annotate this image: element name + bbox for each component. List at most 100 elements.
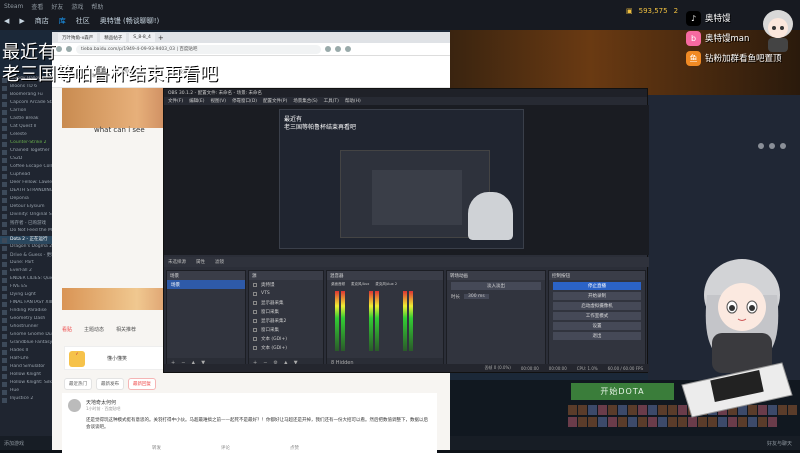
hero-thumbnail[interactable]: [658, 405, 667, 415]
library-game-item[interactable]: EverFall 2: [0, 268, 52, 276]
library-game-item[interactable]: 残存者 - 已购游戏: [0, 220, 52, 228]
source-item[interactable]: 显示器采集: [249, 298, 323, 307]
menu-docks[interactable]: 停靠窗口(D): [232, 98, 257, 104]
start-recording-button[interactable]: 开始录制: [553, 292, 641, 300]
hero-thumbnail[interactable]: [638, 405, 647, 415]
steam-menu-item[interactable]: 查看: [31, 2, 43, 11]
hero-thumbnail[interactable]: [588, 416, 597, 427]
library-game-item[interactable]: Deer Fellow: Lawless: [0, 180, 52, 188]
hero-thumbnail[interactable]: [608, 416, 617, 427]
hero-thumbnail[interactable]: [598, 405, 607, 415]
library-game-item[interactable]: Chained Together: [0, 148, 52, 156]
sort-new[interactable]: 最新发布: [96, 378, 124, 390]
library-game-item[interactable]: Capcom Arcade Stadium: [0, 100, 52, 108]
menu-file[interactable]: 文件(F): [168, 98, 183, 104]
friends-chat-button[interactable]: 好友与聊天: [767, 440, 792, 447]
tab-activity[interactable]: 主题动态: [84, 326, 104, 333]
scene-item[interactable]: 场景: [167, 280, 245, 289]
hero-thumbnail[interactable]: [568, 405, 577, 415]
filters-button[interactable]: 滤镜: [215, 259, 224, 265]
nav-library[interactable]: 库: [59, 16, 66, 26]
exit-button[interactable]: 退出: [553, 332, 641, 340]
hero-thumbnail[interactable]: [648, 405, 657, 415]
library-game-item[interactable]: Cuphead: [0, 172, 52, 180]
hero-thumbnail[interactable]: [618, 405, 627, 415]
library-game-item[interactable]: Dragon's Dogma 2: [0, 244, 52, 252]
library-game-item[interactable]: Half-Life: [0, 356, 52, 364]
library-game-item[interactable]: Hollow Knight: [0, 372, 52, 380]
library-game-item[interactable]: Dota 2 - 正在运行: [0, 236, 52, 244]
settings-icon[interactable]: [758, 143, 764, 149]
tab-related[interactable]: 相关推荐: [116, 326, 136, 333]
virtual-camera-button[interactable]: 启动虚拟摄像机: [553, 302, 641, 310]
source-item[interactable]: 显示器采集2: [249, 316, 323, 325]
bookmark-icon[interactable]: [335, 46, 341, 52]
library-game-item[interactable]: Castle Break: [0, 116, 52, 124]
add-game-button[interactable]: 添加游戏: [4, 440, 24, 447]
studio-mode-button[interactable]: 工作室模式: [553, 312, 641, 320]
new-tab-icon[interactable]: +: [158, 34, 164, 42]
library-game-item[interactable]: Hue: [0, 388, 52, 396]
library-game-item[interactable]: Drive & Guess - 更新队列: [0, 252, 52, 260]
sort-hot[interactable]: 最近热门: [64, 378, 92, 390]
hero-thumbnail[interactable]: [588, 405, 597, 415]
hero-thumbnail[interactable]: [658, 416, 667, 427]
library-game-item[interactable]: Detour Elysium: [0, 204, 52, 212]
library-game-item[interactable]: Grandblue Fantasy: [0, 340, 52, 348]
menu-edit[interactable]: 编辑(E): [189, 98, 204, 104]
avatar[interactable]: [68, 399, 81, 412]
preview-canvas[interactable]: 最近有 老三国等帕鲁杯结束再看吧: [279, 109, 524, 249]
favorite-icon[interactable]: [780, 143, 786, 149]
browser-tab[interactable]: S_8-8_4: [129, 33, 155, 42]
steam-menu-item[interactable]: 帮助: [91, 2, 103, 11]
library-game-item[interactable]: DEATH STRANDING: [0, 188, 52, 196]
steam-menu-item[interactable]: 好友: [51, 2, 63, 11]
library-game-item[interactable]: Ghostrunner: [0, 324, 52, 332]
library-game-item[interactable]: CS2D: [0, 156, 52, 164]
notification-count[interactable]: 2: [674, 7, 678, 15]
library-game-item[interactable]: Cat Quest II: [0, 124, 52, 132]
profile-icon[interactable]: [345, 46, 351, 52]
library-game-item[interactable]: Hollow Knight: Silksong: [0, 380, 52, 388]
source-item[interactable]: 奥特馒: [249, 280, 323, 289]
address-bar[interactable]: tieba.baidu.com/p/1949-4-09-93-9403_03 |…: [76, 44, 321, 54]
source-item[interactable]: 文本 (GDI+): [249, 334, 323, 343]
stop-streaming-button[interactable]: 停止直播: [553, 282, 641, 290]
hero-thumbnail[interactable]: [578, 405, 587, 415]
steam-menu-item[interactable]: Steam: [4, 3, 23, 10]
refresh-icon[interactable]: [66, 46, 72, 52]
like-button[interactable]: 点赞: [290, 445, 299, 451]
info-icon[interactable]: [769, 143, 775, 149]
library-game-item[interactable]: Boomerang Fu: [0, 92, 52, 100]
duration-input[interactable]: 300 ms: [464, 294, 489, 299]
library-game-item[interactable]: Divinity: Original Sin 2: [0, 212, 52, 220]
hero-thumbnail[interactable]: [638, 416, 647, 427]
library-game-item[interactable]: Dying Light: [0, 292, 52, 300]
back-icon[interactable]: [56, 46, 62, 52]
library-game-item[interactable]: Do Not Feed the Monkeys: [0, 228, 52, 236]
hero-thumbnail[interactable]: [568, 416, 577, 427]
nav-profile[interactable]: 奥特馒 (畅谈聊聊!): [100, 16, 160, 26]
library-game-item[interactable]: Dune: Part: [0, 260, 52, 268]
hero-thumbnail[interactable]: [598, 416, 607, 427]
source-item[interactable]: 窗口采集: [249, 307, 323, 316]
menu-view[interactable]: 视图(V): [210, 98, 226, 104]
library-game-item[interactable]: Carrion: [0, 108, 52, 116]
nav-community[interactable]: 社区: [76, 16, 90, 26]
menu-scene-collection[interactable]: 场景集合(S): [293, 98, 317, 104]
library-game-item[interactable]: Counter-Strike 2: [0, 140, 52, 148]
transition-select[interactable]: 淡入淡出: [451, 282, 541, 290]
post-card[interactable]: 天地奇太何何 1小时前 · 百度贴吧 还是觉得玩这种模式挺有意思的。关羽打得中小…: [62, 393, 437, 453]
comment-button[interactable]: 评论: [221, 445, 230, 451]
library-game-item[interactable]: Deponia: [0, 196, 52, 204]
play-game-button[interactable]: 开始DOTA: [571, 383, 674, 400]
hero-thumbnail[interactable]: [578, 416, 587, 427]
menu-help[interactable]: 帮助(H): [345, 98, 361, 104]
menu-tools[interactable]: 工具(T): [324, 98, 339, 104]
library-game-item[interactable]: Hand Simulator: [0, 364, 52, 372]
hero-thumbnail[interactable]: [618, 416, 627, 427]
settings-button[interactable]: 设置: [553, 322, 641, 330]
source-item[interactable]: 文本 (GDI+): [249, 343, 323, 352]
hero-thumbnail[interactable]: [648, 416, 657, 427]
library-game-item[interactable]: FIVE ES: [0, 284, 52, 292]
